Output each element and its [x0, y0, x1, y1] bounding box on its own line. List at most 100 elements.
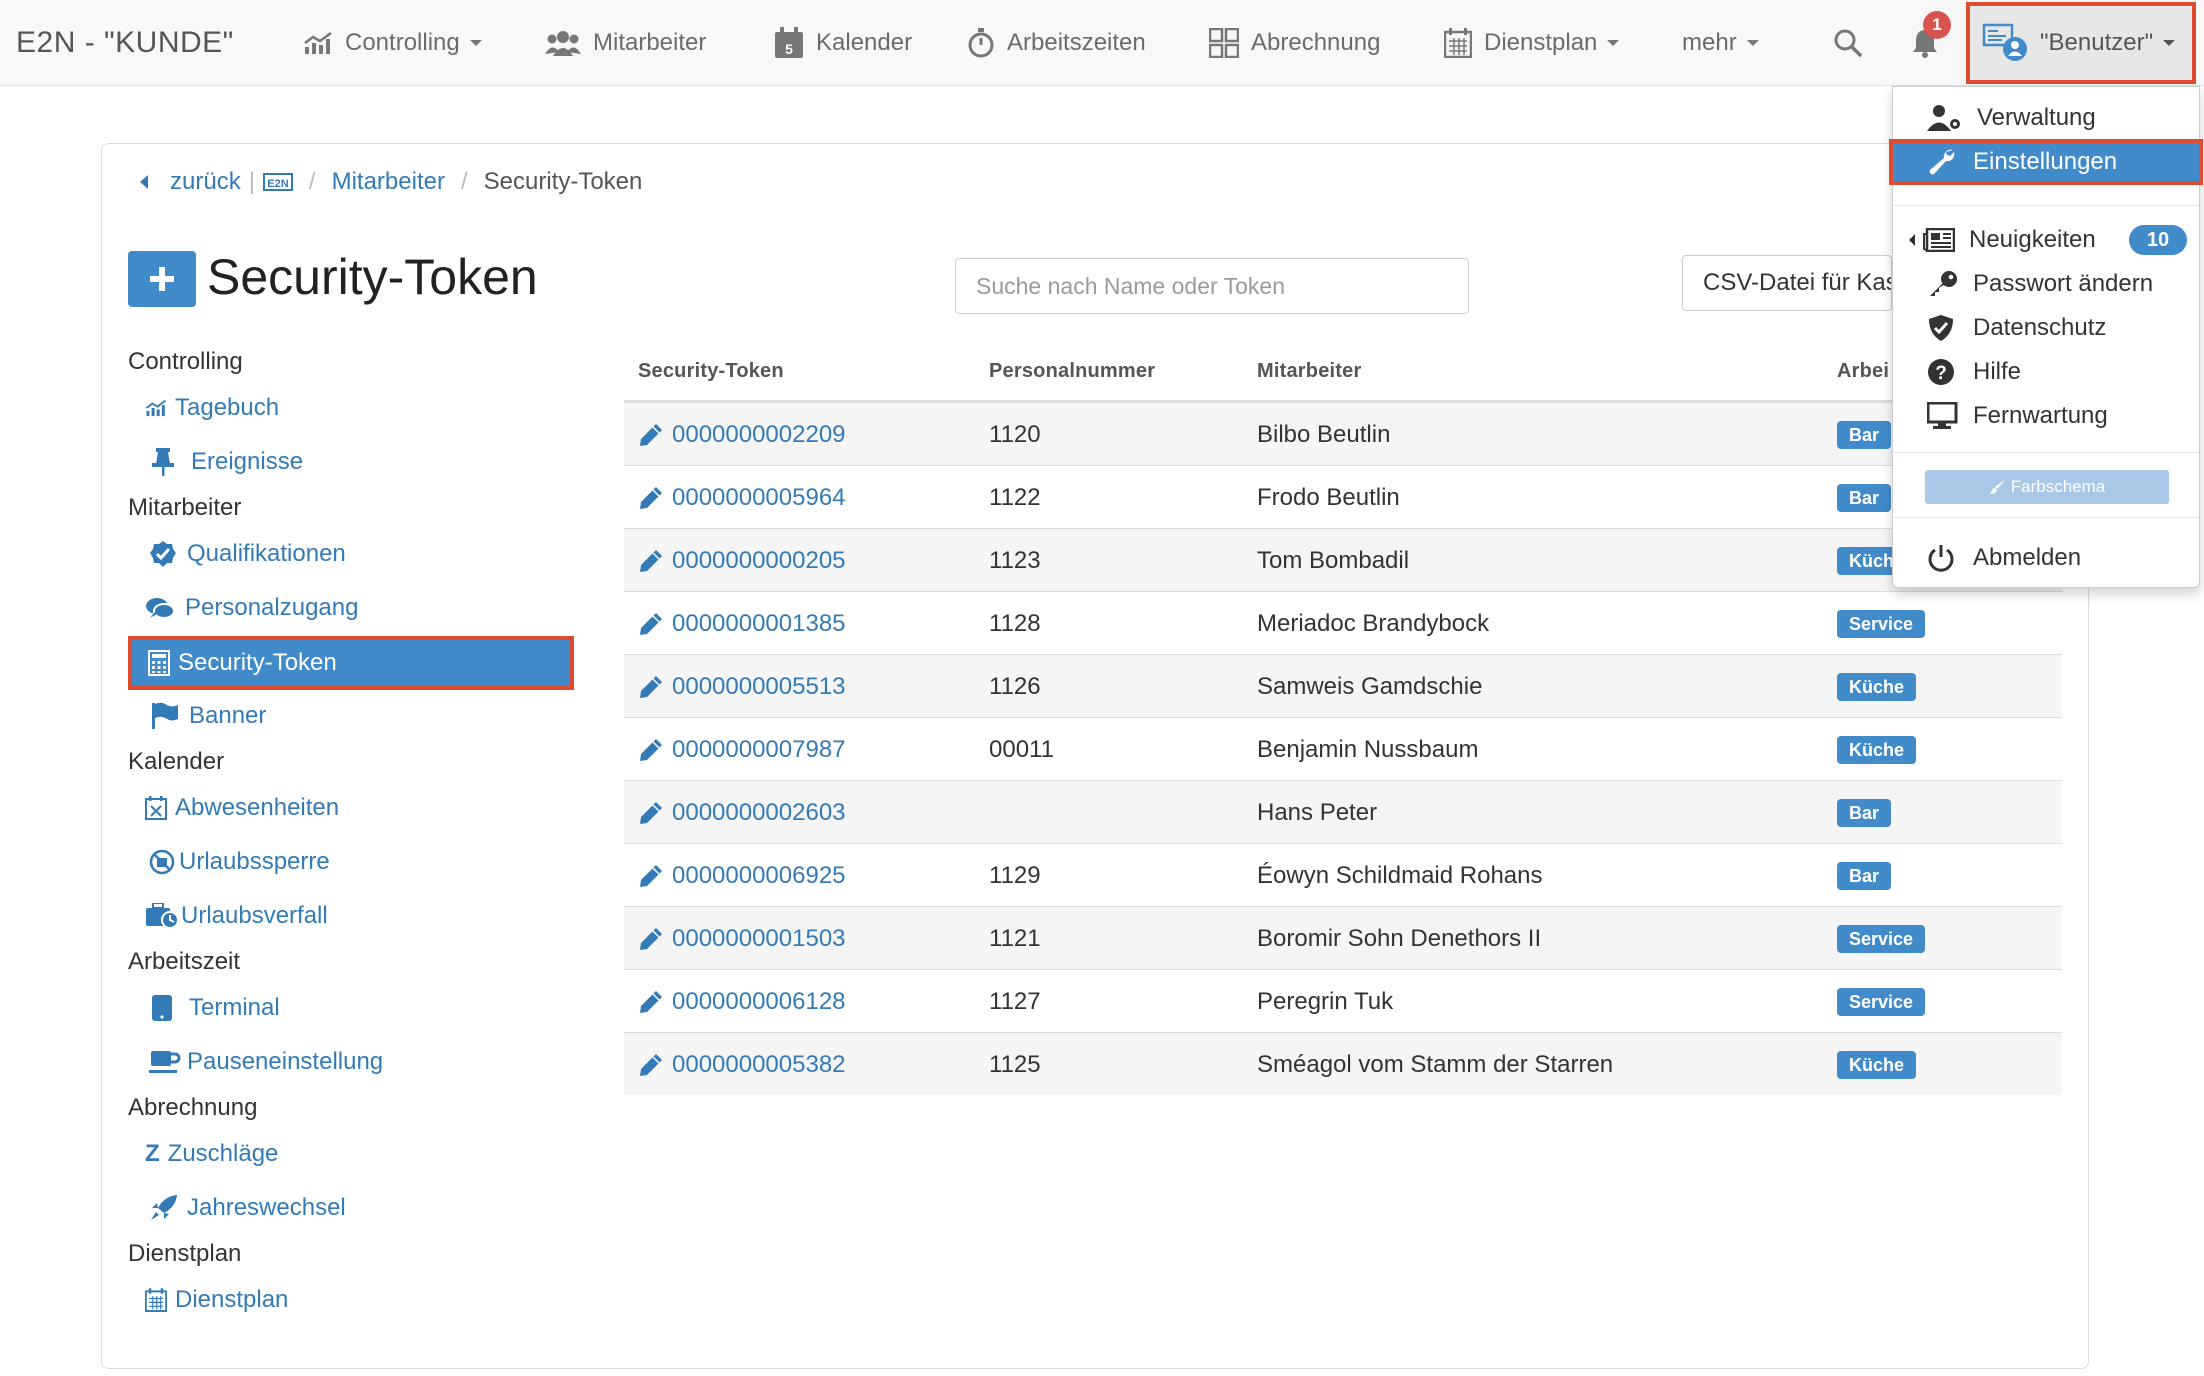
token-link[interactable]: 0000000007987 [638, 718, 846, 781]
mitarbeiter-cell: Peregrin Tuk [1257, 987, 1394, 1015]
svg-text:?: ? [1935, 363, 1947, 384]
sidebar-item-security-token[interactable]: Security-Token [128, 636, 574, 690]
table-row: 0000000005513 1126 Samweis Gamdschie Küche [624, 654, 2062, 717]
sidebar-heading-abrechnung: Abrechnung [128, 1094, 258, 1121]
add-token-button[interactable] [128, 251, 196, 307]
token-link[interactable]: 0000000000205 [638, 529, 846, 592]
notification-badge: 1 [1923, 11, 1951, 39]
badge-check-icon [150, 541, 176, 567]
nav-mehr[interactable]: mehr [1682, 0, 1759, 86]
menu-item-neuigkeiten[interactable]: Neuigkeiten 10 [1893, 217, 2201, 263]
mitarbeiter-cell: Hans Peter [1257, 798, 1378, 826]
menu-divider [1893, 205, 2199, 206]
menu-item-passwort[interactable]: Passwort ändern [1893, 261, 2201, 307]
token-link[interactable]: 0000000005964 [638, 466, 846, 529]
pencil-icon [640, 1053, 662, 1076]
newspaper-icon [1923, 228, 1955, 252]
nav-arbeitszeiten-label: Arbeitszeiten [1007, 29, 1146, 56]
personalnummer-cell: 1128 [989, 609, 1041, 637]
nav-abrechnung-label: Abrechnung [1251, 29, 1381, 56]
sidebar-item-personalzugang[interactable]: Personalzugang [145, 594, 358, 622]
menu-item-einstellungen[interactable]: Einstellungen [1889, 139, 2203, 185]
token-link[interactable]: 0000000006925 [638, 844, 846, 907]
token-value: 0000000001503 [672, 924, 846, 952]
csv-export-button[interactable]: CSV-Datei für Kas [1682, 255, 1892, 311]
menu-item-hilfe[interactable]: ? Hilfe [1893, 349, 2201, 395]
personalnummer-cell: 1125 [989, 1050, 1041, 1078]
token-link[interactable]: 0000000002603 [638, 781, 846, 844]
back-link[interactable]: zurück [170, 168, 241, 196]
sidebar-item-banner[interactable]: Banner [151, 702, 266, 730]
menu-item-fernwartung[interactable]: Fernwartung [1893, 393, 2201, 439]
calendar-grid-icon [1444, 28, 1472, 58]
sidebar-item-urlaubsverfall[interactable]: Urlaubsverfall [145, 902, 328, 930]
token-value: 0000000005382 [672, 1050, 846, 1078]
user-gear-icon [1927, 105, 1962, 131]
menu-item-label: Einstellungen [1973, 148, 2118, 175]
color-scheme-label: Farbschema [2010, 477, 2106, 496]
menu-item-label: Neuigkeiten [1969, 226, 2096, 253]
personalnummer-cell: 1121 [989, 924, 1041, 952]
menu-item-label: Hilfe [1973, 358, 2022, 385]
sidebar-item-terminal[interactable]: Terminal [151, 994, 280, 1022]
token-value: 0000000002603 [672, 798, 846, 826]
sidebar-item-label: Tagebuch [175, 394, 280, 421]
sidebar-item-urlaubssperre[interactable]: Urlaubssperre [149, 848, 330, 876]
sidebar-item-zuschlaege[interactable]: Z Zuschläge [145, 1140, 278, 1168]
e2n-logo-icon[interactable]: E2N [262, 173, 293, 191]
mitarbeiter-cell: Meriadoc Brandybock [1257, 609, 1490, 637]
breadcrumb-separator: / [460, 168, 468, 195]
calendar-x-icon [145, 796, 167, 820]
nav-arbeitszeiten[interactable]: Arbeitszeiten [967, 0, 1146, 86]
nav-kalender[interactable]: 5 Kalender [774, 0, 912, 86]
sidebar-item-label: Zuschläge [167, 1140, 279, 1167]
color-scheme-button[interactable]: Farbschema [1925, 470, 2169, 504]
menu-item-abmelden[interactable]: Abmelden [1893, 535, 2201, 581]
sidebar-item-jahreswechsel[interactable]: Jahreswechsel [149, 1194, 346, 1222]
sidebar-item-label: Ereignisse [191, 448, 304, 475]
token-link[interactable]: 0000000001385 [638, 592, 846, 655]
personalnummer-cell: 1123 [989, 546, 1041, 574]
column-header-token[interactable]: Security-Token [638, 360, 784, 383]
mitarbeiter-cell: Frodo Beutlin [1257, 483, 1400, 511]
token-link[interactable]: 0000000005382 [638, 1033, 846, 1096]
token-link[interactable]: 0000000005513 [638, 655, 846, 718]
paintbrush-icon [1989, 479, 2006, 494]
nav-abrechnung[interactable]: Abrechnung [1209, 0, 1380, 86]
sidebar-item-qualifikationen[interactable]: Qualifikationen [149, 540, 346, 568]
pencil-icon [640, 990, 662, 1013]
search-button[interactable] [1825, 20, 1871, 66]
pencil-icon [640, 612, 662, 635]
sidebar-item-ereignisse[interactable]: Ereignisse [151, 448, 303, 476]
column-header-mitarbeiter[interactable]: Mitarbeiter [1257, 360, 1361, 383]
arbeitsbereich-badge: Service [1837, 988, 1926, 1016]
nav-controlling[interactable]: Controlling [303, 0, 482, 86]
sidebar-item-pauseneinstellung[interactable]: Pauseneinstellung [149, 1048, 383, 1076]
sidebar-item-abwesenheiten[interactable]: Abwesenheiten [145, 794, 339, 822]
nav-mitarbeiter[interactable]: Mitarbeiter [545, 0, 706, 86]
mitarbeiter-cell: Benjamin Nussbaum [1257, 735, 1479, 763]
chevron-down-icon [1746, 40, 1759, 46]
breadcrumb-mitarbeiter[interactable]: Mitarbeiter [332, 168, 445, 196]
token-link[interactable]: 0000000001503 [638, 907, 846, 970]
pin-icon [152, 448, 174, 476]
chevron-left-icon [140, 175, 148, 189]
column-header-personalnummer[interactable]: Personalnummer [989, 360, 1155, 383]
nav-dienstplan[interactable]: Dienstplan [1444, 0, 1620, 86]
user-menu-toggle[interactable]: "Benutzer" [1966, 2, 2196, 84]
menu-item-verwaltung[interactable]: Verwaltung [1893, 95, 2201, 141]
sidebar-item-label: Urlaubsverfall [181, 902, 328, 929]
menu-item-datenschutz[interactable]: Datenschutz [1893, 305, 2201, 351]
sidebar-item-label: Jahreswechsel [187, 1194, 346, 1221]
sidebar-item-tagebuch[interactable]: Tagebuch [145, 394, 279, 422]
breadcrumb-separator: / [308, 168, 316, 195]
column-header-arbeitsbereich[interactable]: Arbei [1837, 360, 1889, 383]
brand-title[interactable]: E2N - "KUNDE" [16, 26, 234, 60]
token-link[interactable]: 0000000006128 [638, 970, 846, 1033]
search-input[interactable] [955, 258, 1469, 314]
token-link[interactable]: 0000000002209 [638, 403, 846, 466]
z-icon: Z [145, 1140, 160, 1167]
personalnummer-cell: 00011 [989, 735, 1054, 763]
user-dropdown-menu: Verwaltung Einstellungen Neuigkeiten 10 … [1889, 86, 2203, 588]
sidebar-item-dienstplan[interactable]: Dienstplan [145, 1286, 288, 1314]
